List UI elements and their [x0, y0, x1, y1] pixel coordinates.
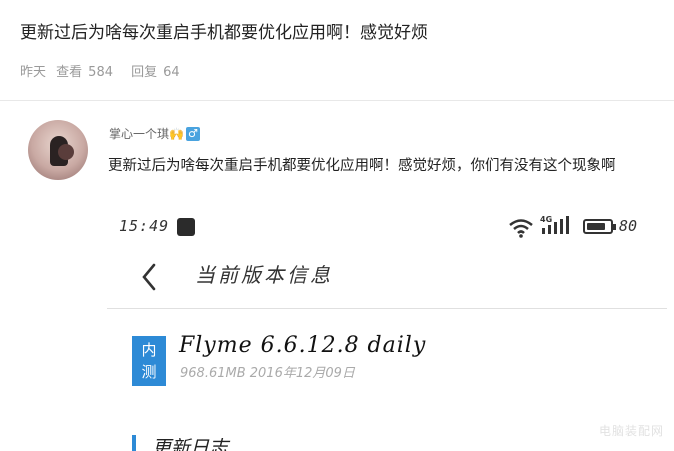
avatar[interactable]	[28, 120, 88, 180]
male-icon: ♂	[185, 126, 200, 141]
replies-label: 回复	[131, 65, 158, 80]
views-count: 584	[88, 65, 113, 80]
status-time: 15:49	[119, 217, 170, 235]
username[interactable]: 掌心一个琪🙌 ♂	[109, 125, 200, 142]
post-time: 昨天	[20, 65, 47, 80]
network-type: 4G	[540, 215, 552, 224]
divider	[107, 308, 667, 309]
embedded-screenshot: 15:49 4G 80 当前版本信息 内测 Flyme 6.6.12.8 dai…	[107, 205, 667, 451]
page-title: 当前版本信息	[195, 263, 333, 287]
battery-icon	[583, 219, 616, 234]
views-label: 查看	[56, 65, 83, 80]
thread-meta: 昨天 查看 584 回复 64	[20, 61, 186, 80]
watermark: 电脑装配网	[598, 424, 664, 438]
wifi-icon	[509, 219, 533, 238]
section-marker	[132, 435, 136, 451]
username-text[interactable]: 掌心一个琪🙌	[109, 125, 184, 142]
changelog-title: 更新日志	[152, 437, 229, 451]
divider	[0, 100, 674, 101]
replies-count: 64	[163, 65, 180, 80]
signal-icon: 4G	[540, 215, 569, 234]
post-text: 更新过后为啥每次重启手机都要优化应用啊！感觉好烦，你们有没有这个现象啊	[108, 158, 616, 174]
thread-title: 更新过后为啥每次重启手机都要优化应用啊！感觉好烦	[20, 23, 428, 43]
back-icon[interactable]	[141, 263, 157, 291]
beta-badge: 内测	[132, 336, 166, 386]
qq-icon	[177, 218, 195, 236]
version-name: Flyme 6.6.12.8 daily	[179, 333, 427, 358]
battery-level: 80	[619, 217, 638, 235]
version-meta: 968.61MB 2016年12月09日	[180, 366, 355, 381]
